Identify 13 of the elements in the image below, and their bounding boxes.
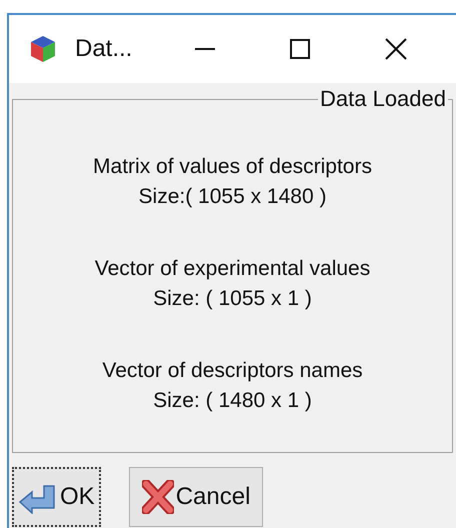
maximize-icon[interactable] <box>289 38 312 60</box>
cancel-button[interactable]: Cancel <box>128 467 264 527</box>
cross-icon <box>142 480 174 514</box>
item-label: Vector of descriptors names <box>102 358 363 384</box>
size-label: Size: ( 1480 x 1 ) <box>153 388 312 414</box>
item-label: Matrix of values of descriptors <box>93 154 372 180</box>
size-label: Size:( 1055 x 1480 ) <box>138 184 326 210</box>
item-label: Vector of experimental values <box>94 256 370 282</box>
window-title: Dat... <box>75 34 132 64</box>
size-label: Size: ( 1055 x 1 ) <box>153 286 312 312</box>
cube-icon <box>29 34 57 64</box>
ok-button[interactable]: OK <box>12 467 101 527</box>
close-icon[interactable] <box>384 37 408 61</box>
